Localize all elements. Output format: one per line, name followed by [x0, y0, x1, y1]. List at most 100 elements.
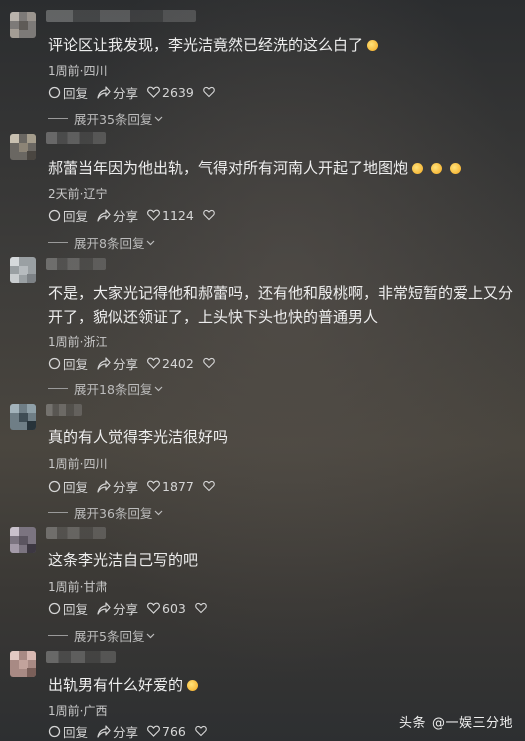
share-label: 分享 — [113, 208, 139, 224]
comment-text: 真的有人觉得李光洁很好吗 — [48, 425, 515, 449]
avatar[interactable] — [10, 134, 36, 160]
emoji-icon — [367, 40, 379, 51]
avatar[interactable] — [10, 12, 36, 38]
comment-meta: 1周前·四川 — [48, 64, 108, 78]
expand-replies-button[interactable]: 展开36条回复 — [48, 503, 163, 522]
heart-outline-icon — [203, 86, 215, 98]
share-label: 分享 — [113, 356, 139, 372]
like-button[interactable]: 603 — [147, 601, 186, 616]
reply-button[interactable]: 回复 — [48, 599, 88, 618]
comment-meta: 2天前·辽宁 — [48, 187, 108, 201]
expand-replies-button[interactable]: 展开35条回复 — [48, 109, 163, 128]
comment-bubble-icon — [48, 602, 61, 614]
share-arrow-icon — [97, 85, 111, 99]
avatar[interactable] — [10, 651, 36, 677]
avatar[interactable] — [10, 404, 36, 430]
expand-replies-button[interactable]: 展开8条回复 — [48, 233, 155, 252]
divider — [48, 635, 68, 636]
like-button[interactable]: 1877 — [147, 479, 194, 494]
username-blurred[interactable] — [46, 404, 82, 416]
reply-label: 回复 — [63, 479, 89, 495]
like-count: 2639 — [162, 84, 194, 100]
heart-icon — [147, 209, 160, 221]
like-button[interactable]: 2639 — [147, 85, 194, 100]
expand-label: 展开18条回复 — [74, 382, 153, 397]
expand-label: 展开36条回复 — [74, 506, 153, 521]
share-button[interactable]: 分享 — [97, 206, 138, 225]
divider — [48, 118, 68, 119]
reply-button[interactable]: 回复 — [48, 206, 88, 225]
reply-button[interactable]: 回复 — [48, 477, 88, 496]
username-blurred[interactable] — [46, 10, 196, 22]
like-button[interactable]: 766 — [147, 724, 186, 739]
comment-text: 不是，大家光记得他和郝蕾吗，还有他和殷桃啊，非常短暂的爱上又分开了，貌似还领证了… — [48, 281, 515, 329]
username-blurred[interactable] — [46, 258, 106, 270]
comment-meta: 1周前·浙江 — [48, 335, 108, 349]
reply-button[interactable]: 回复 — [48, 722, 88, 741]
share-button[interactable]: 分享 — [97, 722, 138, 741]
like-button[interactable]: 2402 — [147, 356, 194, 371]
username-blurred[interactable] — [46, 527, 106, 539]
divider — [48, 512, 68, 513]
comment-bubble-icon — [48, 357, 61, 369]
emoji-icon — [450, 163, 462, 174]
share-arrow-icon — [97, 601, 111, 615]
comment-text: 郝蕾当年因为他出轨，气得对所有河南人开起了地图炮 — [48, 156, 515, 180]
comment-text-content: 郝蕾当年因为他出轨，气得对所有河南人开起了地图炮 — [48, 159, 409, 177]
heart-icon — [147, 86, 160, 98]
expand-replies-button[interactable]: 展开18条回复 — [48, 379, 163, 398]
comment-actions: 回复 分享 1124 — [48, 206, 226, 225]
favorite-button[interactable] — [203, 357, 217, 369]
watermark: 头条 @一娱三分地 — [399, 712, 513, 731]
reply-label: 回复 — [63, 724, 89, 740]
username-blurred[interactable] — [46, 132, 106, 144]
heart-icon — [147, 357, 160, 369]
share-arrow-icon — [97, 724, 111, 738]
favorite-button[interactable] — [195, 602, 209, 614]
like-button[interactable]: 1124 — [147, 208, 194, 223]
comment-text: 出轨男有什么好爱的 — [48, 673, 515, 697]
share-label: 分享 — [113, 85, 139, 101]
comment-meta: 1周前·四川 — [48, 457, 108, 471]
expand-label: 展开35条回复 — [74, 112, 153, 127]
heart-outline-icon — [203, 209, 215, 221]
share-label: 分享 — [113, 601, 139, 617]
comment-text-content: 不是，大家光记得他和郝蕾吗，还有他和殷桃啊，非常短暂的爱上又分开了，貌似还领证了… — [48, 284, 514, 326]
like-count: 603 — [162, 600, 186, 616]
divider — [48, 242, 68, 243]
favorite-button[interactable] — [203, 209, 217, 221]
share-arrow-icon — [97, 479, 111, 493]
emoji-icon — [412, 163, 424, 174]
comment-text-content: 真的有人觉得李光洁很好吗 — [48, 428, 229, 446]
share-button[interactable]: 分享 — [97, 477, 138, 496]
comment-actions: 回复 分享 2639 — [48, 83, 226, 102]
heart-icon — [147, 725, 160, 737]
comment-actions: 回复 分享 603 — [48, 599, 218, 618]
watermark-author: @一娱三分地 — [431, 716, 513, 731]
comment-text-content: 评论区让我发现，李光洁竟然已经洗的这么白了 — [48, 36, 364, 54]
favorite-button[interactable] — [203, 86, 217, 98]
username-blurred[interactable] — [46, 651, 116, 663]
watermark-brand: 头条 — [398, 716, 426, 731]
expand-replies-button[interactable]: 展开5条回复 — [48, 626, 155, 645]
share-button[interactable]: 分享 — [97, 83, 138, 102]
reply-button[interactable]: 回复 — [48, 354, 88, 373]
share-label: 分享 — [113, 724, 139, 740]
avatar[interactable] — [10, 527, 36, 553]
comment-meta: 1周前·广西 — [48, 704, 108, 718]
comment-text: 评论区让我发现，李光洁竟然已经洗的这么白了 — [48, 33, 515, 57]
reply-label: 回复 — [63, 601, 89, 617]
heart-outline-icon — [195, 725, 207, 737]
comment-text: 这条李光洁自己写的吧 — [48, 548, 515, 572]
emoji-icon — [431, 163, 443, 174]
favorite-button[interactable] — [195, 725, 209, 737]
avatar[interactable] — [10, 257, 36, 283]
share-arrow-icon — [97, 208, 111, 222]
chevron-down-icon — [154, 386, 163, 391]
comment-bubble-icon — [48, 209, 61, 221]
reply-button[interactable]: 回复 — [48, 83, 88, 102]
emoji-icon — [187, 680, 199, 691]
share-button[interactable]: 分享 — [97, 599, 138, 618]
share-button[interactable]: 分享 — [97, 354, 138, 373]
favorite-button[interactable] — [203, 480, 217, 492]
